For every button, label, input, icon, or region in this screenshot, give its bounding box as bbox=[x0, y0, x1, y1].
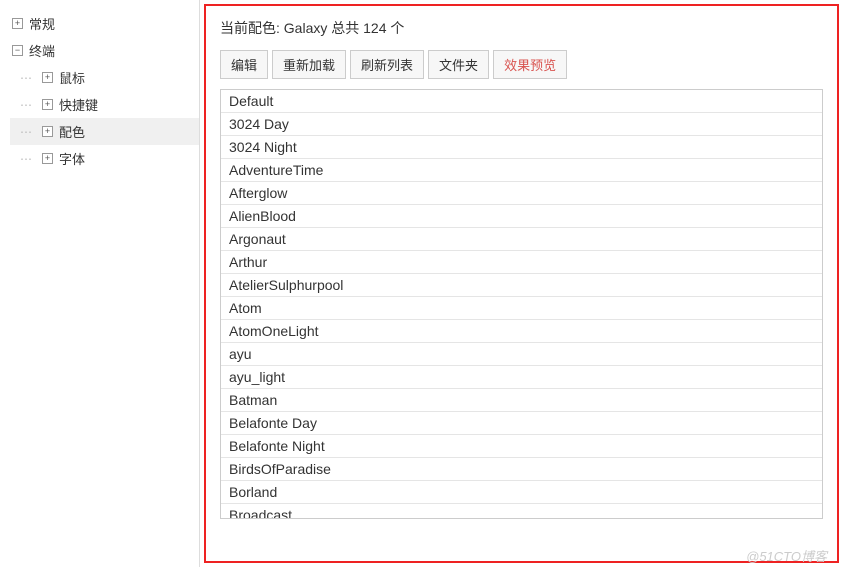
list-item[interactable]: ayu_light bbox=[221, 366, 822, 389]
list-item[interactable]: Atom bbox=[221, 297, 822, 320]
list-item[interactable]: ayu bbox=[221, 343, 822, 366]
list-item[interactable]: Borland bbox=[221, 481, 822, 504]
list-item[interactable]: Broadcast bbox=[221, 504, 822, 519]
preview-button[interactable]: 效果预览 bbox=[493, 50, 567, 79]
sidebar-item-1[interactable]: −终端 bbox=[10, 37, 199, 64]
list-item[interactable]: Afterglow bbox=[221, 182, 822, 205]
current-scheme-label: 当前配色: Galaxy 总共 124 个 bbox=[220, 18, 823, 38]
list-item[interactable]: AtomOneLight bbox=[221, 320, 822, 343]
app-window: + 常规 −终端 ⋯ + 鼠标 ⋯ + 快捷键 ⋯ + 配色 ⋯ + 字体 当前配色: Galaxy 总共 … bbox=[0, 0, 845, 567]
minus-icon[interactable]: − bbox=[12, 45, 23, 56]
list-item[interactable]: 3024 Day bbox=[221, 113, 822, 136]
sidebar-item-3[interactable]: ⋯ + 快捷键 bbox=[10, 91, 199, 118]
sidebar-item-4[interactable]: ⋯ + 配色 bbox=[10, 118, 199, 145]
tree-connector-icon: ⋯ bbox=[20, 152, 32, 166]
plus-icon[interactable]: + bbox=[42, 72, 53, 83]
sidebar-item-label: 鼠标 bbox=[59, 68, 85, 87]
refresh-list-button[interactable]: 刷新列表 bbox=[350, 50, 424, 79]
toolbar: 编辑 重新加载 刷新列表 文件夹 效果预览 bbox=[220, 50, 823, 79]
list-item[interactable]: AlienBlood bbox=[221, 205, 822, 228]
edit-button[interactable]: 编辑 bbox=[220, 50, 268, 79]
list-item[interactable]: AdventureTime bbox=[221, 159, 822, 182]
list-item[interactable]: Arthur bbox=[221, 251, 822, 274]
list-item[interactable]: 3024 Night bbox=[221, 136, 822, 159]
header-prefix: 当前配色: bbox=[220, 20, 284, 36]
folder-button[interactable]: 文件夹 bbox=[428, 50, 489, 79]
sidebar-item-5[interactable]: ⋯ + 字体 bbox=[10, 145, 199, 172]
tree-connector-icon: ⋯ bbox=[20, 98, 32, 112]
list-item[interactable]: Batman bbox=[221, 389, 822, 412]
header-count: 124 bbox=[363, 20, 386, 36]
list-item[interactable]: Argonaut bbox=[221, 228, 822, 251]
sidebar-item-label: 常规 bbox=[29, 14, 55, 33]
sidebar-item-label: 终端 bbox=[29, 41, 55, 60]
list-item[interactable]: Default bbox=[221, 90, 822, 113]
plus-icon[interactable]: + bbox=[42, 126, 53, 137]
plus-icon[interactable]: + bbox=[42, 99, 53, 110]
tree-connector-icon: ⋯ bbox=[20, 71, 32, 85]
header-scheme-name: Galaxy bbox=[284, 20, 328, 36]
sidebar-item-0[interactable]: + 常规 bbox=[10, 10, 199, 37]
tree-connector-icon: ⋯ bbox=[20, 125, 32, 139]
header-suffix: 个 bbox=[387, 20, 405, 36]
header-middle: 总共 bbox=[327, 20, 363, 36]
plus-icon[interactable]: + bbox=[12, 18, 23, 29]
sidebar-item-label: 快捷键 bbox=[59, 95, 98, 114]
theme-list[interactable]: Default3024 Day3024 NightAdventureTimeAf… bbox=[220, 89, 823, 519]
sidebar-item-2[interactable]: ⋯ + 鼠标 bbox=[10, 64, 199, 91]
list-item[interactable]: Belafonte Night bbox=[221, 435, 822, 458]
sidebar-item-label: 配色 bbox=[59, 122, 85, 141]
list-item[interactable]: AtelierSulphurpool bbox=[221, 274, 822, 297]
settings-sidebar: + 常规 −终端 ⋯ + 鼠标 ⋯ + 快捷键 ⋯ + 配色 ⋯ + 字体 bbox=[0, 0, 200, 567]
sidebar-item-label: 字体 bbox=[59, 149, 85, 168]
list-item[interactable]: BirdsOfParadise bbox=[221, 458, 822, 481]
main-panel: 当前配色: Galaxy 总共 124 个 编辑 重新加载 刷新列表 文件夹 效… bbox=[204, 4, 839, 563]
reload-button[interactable]: 重新加载 bbox=[272, 50, 346, 79]
list-item[interactable]: Belafonte Day bbox=[221, 412, 822, 435]
plus-icon[interactable]: + bbox=[42, 153, 53, 164]
